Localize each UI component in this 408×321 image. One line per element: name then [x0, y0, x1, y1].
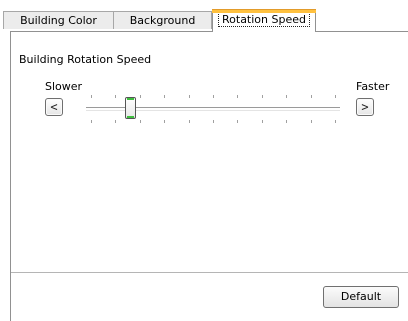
- tab-rotation-speed-label: Rotation Speed: [218, 12, 310, 27]
- slider-tick: [213, 120, 214, 123]
- decrease-speed-button[interactable]: <: [45, 98, 63, 116]
- tab-building-color[interactable]: Building Color: [3, 11, 114, 29]
- divider: [11, 272, 408, 274]
- slider-tick: [286, 120, 287, 123]
- slider-tick: [335, 95, 336, 98]
- slider-tick: [91, 120, 92, 123]
- default-button[interactable]: Default: [323, 286, 399, 308]
- rotation-speed-slider[interactable]: [86, 88, 340, 128]
- tab-rotation-speed[interactable]: Rotation Speed: [212, 9, 316, 32]
- slider-tick: [189, 120, 190, 123]
- slider-tick: [262, 95, 263, 98]
- slider-tick: [213, 95, 214, 98]
- slower-label: Slower: [45, 80, 83, 93]
- slider-tick: [91, 95, 92, 98]
- slider-tick: [189, 95, 190, 98]
- active-tab-accent: [212, 9, 316, 13]
- slider-tick: [140, 120, 141, 123]
- slider-tick: [311, 120, 312, 123]
- slider-tick: [115, 120, 116, 123]
- slider-tick: [164, 95, 165, 98]
- slider-tick: [286, 95, 287, 98]
- slider-thumb[interactable]: [125, 97, 136, 119]
- slider-tick: [335, 120, 336, 123]
- slider-tick: [237, 120, 238, 123]
- tab-background[interactable]: Background: [113, 11, 212, 29]
- slider-tick: [140, 95, 141, 98]
- slider-tick: [164, 120, 165, 123]
- slider-tick: [262, 120, 263, 123]
- slider-tick: [237, 95, 238, 98]
- increase-speed-button[interactable]: >: [356, 98, 374, 116]
- tab-panel: [10, 31, 408, 321]
- faster-label: Faster: [356, 80, 390, 93]
- slider-tick: [311, 95, 312, 98]
- section-title: Building Rotation Speed: [19, 53, 152, 66]
- slider-tick: [115, 95, 116, 98]
- tab-strip: Building Color Background Rotation Speed: [0, 0, 408, 32]
